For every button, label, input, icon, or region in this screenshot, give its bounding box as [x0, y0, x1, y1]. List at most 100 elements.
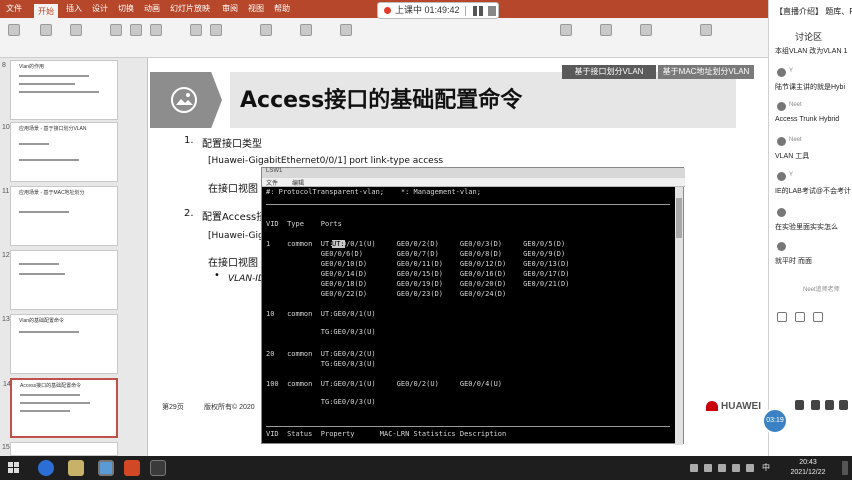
- avatar: [777, 172, 786, 181]
- tab-transitions[interactable]: 切换: [118, 3, 134, 14]
- edge-browser-icon[interactable]: [38, 460, 54, 476]
- terminal-line: #: ProtocolTransparent-vlan; *: Manageme…: [266, 188, 481, 196]
- terminal-line: GE0/0/6(D) GE0/0/7(D) GE0/0/8(D) GE0/0/9…: [266, 250, 566, 258]
- ribbon: 文件 开始 插入 设计 切换 动画 幻灯片放映 审阅 视图 帮助 上课中 01:…: [0, 0, 768, 58]
- font-icon[interactable]: [110, 24, 122, 36]
- start-tile: [8, 462, 13, 467]
- settings-icon[interactable]: [825, 400, 834, 410]
- bold-icon[interactable]: [130, 24, 142, 36]
- select-icon[interactable]: [600, 24, 612, 36]
- avatar: [777, 137, 786, 146]
- file-explorer-icon[interactable]: [68, 460, 84, 476]
- terminal-app-icon[interactable]: [150, 460, 166, 476]
- terminal-window[interactable]: LSW1 文件 编辑 #: ProtocolTransparent-vlan; …: [261, 167, 685, 445]
- terminal-line: TG:GE0/0/3(U): [266, 328, 376, 336]
- page-number: 第29页: [162, 404, 184, 411]
- thumbnail-line: [19, 273, 65, 275]
- clock[interactable]: 20:43 2021/12/22: [778, 458, 838, 478]
- chat-username: Y: [789, 68, 794, 74]
- item-2-label: 配置Access接: [202, 212, 267, 223]
- tab-view[interactable]: 视图: [248, 3, 264, 14]
- tab-help[interactable]: 帮助: [274, 3, 290, 14]
- find-icon[interactable]: [340, 24, 352, 36]
- avatar: [777, 242, 786, 251]
- powerpoint-icon[interactable]: [124, 460, 140, 476]
- tab-home[interactable]: 开始: [34, 4, 58, 18]
- image-icon[interactable]: [813, 312, 823, 322]
- replace-icon[interactable]: [560, 24, 572, 36]
- network-icon[interactable]: [718, 464, 726, 472]
- picture-icon: [150, 72, 222, 128]
- item-2-number: 2.: [184, 208, 194, 219]
- tab-animations[interactable]: 动画: [144, 3, 160, 14]
- thumbnail-line: [19, 83, 75, 85]
- terminal-rule: [266, 426, 670, 427]
- chat-notice: Neet追师老师: [803, 287, 840, 293]
- clock-time: 20:43: [799, 459, 817, 466]
- terminal-titlebar[interactable]: LSW1: [262, 168, 685, 178]
- slide-thumbnail[interactable]: 13 Vlan的基础配置命令: [2, 314, 118, 374]
- emoji-icon[interactable]: [777, 312, 787, 322]
- terminal-menu: 文件 编辑: [262, 178, 685, 187]
- tab-review[interactable]: 审阅: [222, 3, 238, 14]
- thumbnail-title: 应用场景 - 基于MAC地址划分: [19, 190, 85, 196]
- live-app-icon[interactable]: [98, 460, 114, 476]
- scissors-icon[interactable]: [795, 312, 805, 322]
- slide-thumbnail[interactable]: 12: [2, 250, 118, 310]
- menu-edit[interactable]: 编辑: [292, 178, 304, 187]
- crumb-mac-vlan: 基于MAC地址划分VLAN: [658, 65, 754, 79]
- tray-icon[interactable]: [704, 464, 712, 472]
- scrollbar-thumb[interactable]: [676, 198, 682, 238]
- slide-thumbnail[interactable]: 8 Vlan的作用: [2, 60, 118, 120]
- volume-icon[interactable]: [795, 400, 804, 410]
- copyright: 版权所有© 2020: [204, 404, 255, 411]
- show-desktop-button[interactable]: [842, 461, 848, 475]
- terminal-line: VID Status Property MAC-LRN Statistics D…: [266, 430, 507, 438]
- fullscreen-icon[interactable]: [839, 400, 848, 410]
- item-1-number: 1.: [184, 135, 194, 146]
- shapes-icon[interactable]: [260, 24, 272, 36]
- align-icon[interactable]: [190, 24, 202, 36]
- live-intro-header[interactable]: 【直播介绍】 题库、PN: [775, 6, 852, 17]
- live-status-pill[interactable]: 上课中 01:49:42: [377, 2, 499, 19]
- huawei-flower-icon: [706, 401, 718, 412]
- new-slide-icon[interactable]: [40, 24, 52, 36]
- bullet-icon: •: [214, 270, 220, 281]
- slide-thumbnail[interactable]: 10 应用场景 - 基于接口划分VLAN: [2, 122, 118, 182]
- battery-icon[interactable]: [746, 464, 754, 472]
- tab-file[interactable]: 文件: [6, 3, 22, 14]
- volume-tray-icon[interactable]: [732, 464, 740, 472]
- discussion-title: 讨论区: [795, 32, 823, 42]
- tray-icon[interactable]: [690, 464, 698, 472]
- tab-insert[interactable]: 插入: [66, 3, 82, 14]
- arrange-icon[interactable]: [300, 24, 312, 36]
- slide-thumbnail-active[interactable]: 14 Access接口的基础配置命令: [3, 378, 118, 438]
- slide-thumbnails-panel[interactable]: 8 Vlan的作用 10 应用场景 - 基于接口划分VLAN 11 应用场景 -…: [0, 58, 148, 456]
- thumbnail-line: [19, 75, 89, 77]
- ime-indicator[interactable]: 中: [762, 462, 770, 473]
- bullets-icon[interactable]: [210, 24, 222, 36]
- windows-start-icon[interactable]: [8, 462, 20, 474]
- mic-icon[interactable]: [811, 400, 820, 410]
- thumbnail-number: 10: [2, 124, 10, 131]
- start-tile: [14, 468, 19, 473]
- layout-icon[interactable]: [70, 24, 82, 36]
- chat-message: 本组VLAN 改为VLAN 1: [775, 48, 848, 55]
- dictate-icon[interactable]: [640, 24, 652, 36]
- terminal-selection[interactable]: UT:: [332, 240, 345, 248]
- huawei-logo: HUAWEI: [706, 401, 761, 412]
- item-2-desc: 在接口视图: [208, 258, 258, 269]
- designer-icon[interactable]: [700, 24, 712, 36]
- paste-icon[interactable]: [8, 24, 20, 36]
- chat-username: Neet: [789, 102, 802, 108]
- tab-design[interactable]: 设计: [92, 3, 108, 14]
- slide-thumbnail[interactable]: 15: [2, 442, 118, 456]
- tab-slideshow[interactable]: 幻灯片放映: [170, 3, 210, 14]
- thumbnail-line: [19, 211, 69, 213]
- italic-icon[interactable]: [150, 24, 162, 36]
- slide-thumbnail[interactable]: 11 应用场景 - 基于MAC地址划分: [2, 186, 118, 246]
- pause-icon[interactable]: [473, 6, 477, 16]
- timer-badge[interactable]: 03:19: [762, 408, 788, 434]
- stop-icon[interactable]: [488, 6, 496, 16]
- menu-file[interactable]: 文件: [266, 178, 278, 187]
